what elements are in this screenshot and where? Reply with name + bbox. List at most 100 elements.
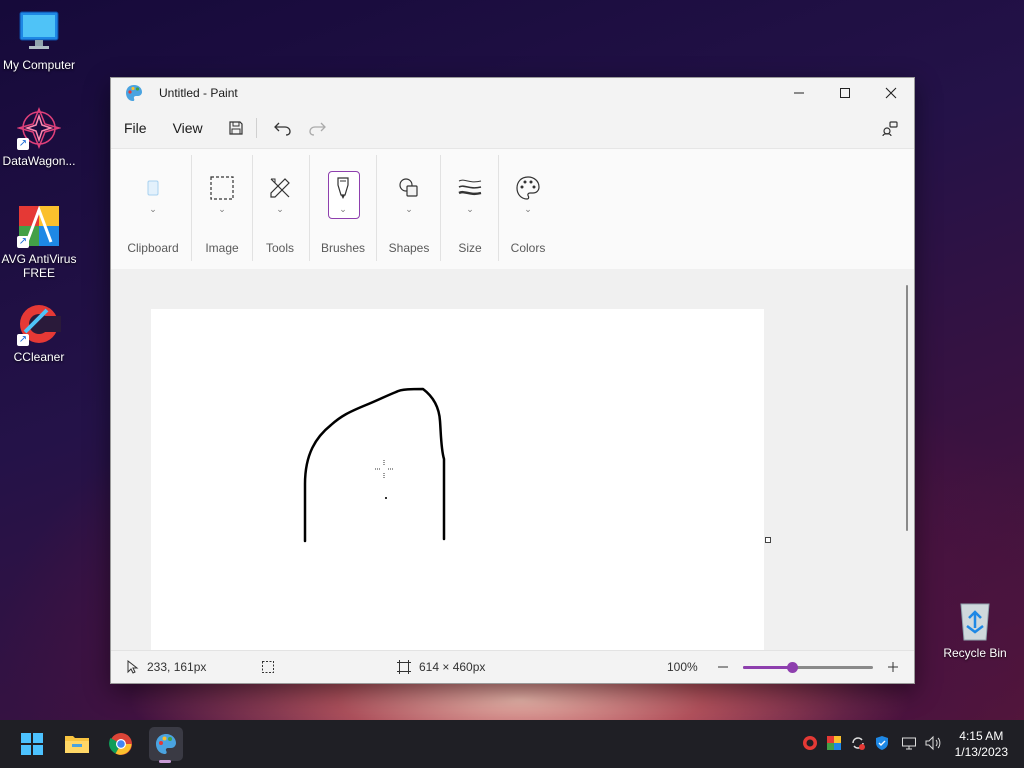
pencil-eraser-icon [267, 175, 293, 201]
menu-view[interactable]: View [160, 116, 216, 140]
canvas-size: 614 × 460px [397, 651, 485, 683]
cursor-position: 233, 161px [127, 651, 206, 683]
ribbon-group-label: Brushes [320, 241, 366, 255]
canvas-size-value: 614 × 460px [419, 660, 486, 674]
ribbon-separator [309, 155, 310, 261]
redo-icon [309, 122, 326, 136]
recycle-bin-icon [953, 598, 997, 642]
ccleaner-logo-icon: ↗ [17, 302, 61, 346]
selection-size-icon [262, 661, 274, 673]
canvas-resize-handle[interactable] [765, 537, 771, 543]
clipboard-icon [140, 175, 166, 201]
menu-separator [255, 118, 257, 138]
ribbon-group-image[interactable]: ⌄ Image [193, 149, 251, 269]
zoom-in-button[interactable] [887, 651, 899, 683]
selection-icon [209, 175, 235, 201]
ribbon-group-label: Tools [265, 241, 294, 255]
volume-icon[interactable] [924, 734, 942, 752]
close-button[interactable] [868, 78, 914, 108]
desktop-icon-label: CCleaner [13, 350, 65, 364]
stray-dot [385, 497, 387, 499]
menu-bar: File View [111, 108, 914, 148]
taskbar-file-explorer[interactable] [61, 728, 93, 760]
tray-ccleaner-icon[interactable] [801, 734, 819, 752]
settings-button[interactable] [876, 114, 904, 142]
ribbon-group-size[interactable]: ⌄ Size [441, 149, 499, 269]
desktop-icon-datawagon[interactable]: ↗ DataWagon... [0, 106, 78, 168]
zoom-out-button[interactable] [717, 651, 729, 683]
canvas-size-icon [397, 660, 411, 674]
chevron-down-icon: ⌄ [218, 204, 226, 214]
chrome-icon [109, 733, 132, 755]
status-bar: 233, 161px 614 × 460px 100% [111, 650, 914, 683]
window-title: Untitled - Paint [159, 86, 238, 100]
tray-sync-icon[interactable] [849, 734, 867, 752]
redo-button[interactable] [303, 114, 331, 142]
drawn-stroke [303, 387, 446, 543]
save-icon [229, 121, 243, 135]
minimize-button[interactable] [776, 78, 822, 108]
datawagon-logo-icon: ↗ [16, 106, 62, 150]
monitor-icon [17, 10, 61, 54]
desktop-icon-label: My Computer [2, 58, 76, 72]
save-button[interactable] [222, 114, 250, 142]
ribbon-group-clipboard[interactable]: ⌄ Clipboard [117, 149, 189, 269]
start-button[interactable] [16, 728, 48, 760]
brush-icon [330, 175, 356, 201]
paint-app-icon [125, 84, 143, 102]
zoom-level: 100% [667, 660, 698, 674]
canvas-area [111, 269, 914, 650]
taskbar-paint[interactable] [149, 727, 183, 763]
desktop-icon-label: AVG AntiVirus FREE [1, 252, 77, 280]
undo-icon [273, 122, 291, 136]
drawing-canvas[interactable] [151, 309, 764, 650]
chevron-down-icon: ⌄ [149, 204, 157, 214]
ribbon-group-brushes[interactable]: ⌄ Brushes [311, 149, 375, 269]
chevron-down-icon: ⌄ [405, 204, 413, 214]
minus-icon [718, 666, 728, 668]
shortcut-arrow-icon: ↗ [17, 236, 29, 248]
crosshair-cursor-icon [375, 460, 393, 478]
vertical-scrollbar[interactable] [906, 285, 908, 531]
ribbon-group-colors[interactable]: ⌄ Colors [499, 149, 557, 269]
title-bar[interactable]: Untitled - Paint [111, 78, 914, 108]
tray-avg-icon[interactable] [825, 734, 843, 752]
zoom-slider-thumb[interactable] [787, 662, 799, 673]
desktop-icon-label: Recycle Bin [943, 646, 1007, 660]
pointer-icon [127, 660, 139, 674]
taskbar-chrome[interactable] [105, 728, 137, 760]
desktop-icon-avg[interactable]: ↗ AVG AntiVirus FREE [0, 204, 78, 280]
system-clock[interactable]: 4:15 AM 1/13/2023 [955, 728, 1008, 760]
account-settings-icon [882, 121, 898, 137]
chevron-down-icon: ⌄ [524, 204, 532, 214]
tray-security-icon[interactable] [873, 734, 891, 752]
ribbon-group-tools[interactable]: ⌄ Tools [253, 149, 307, 269]
windows-logo-icon [21, 733, 43, 755]
desktop-icon-ccleaner[interactable]: ↗ CCleaner [0, 302, 78, 364]
ribbon-group-label: Shapes [388, 241, 430, 255]
network-icon[interactable] [900, 734, 918, 752]
ribbon-group-label: Size [458, 241, 482, 255]
shortcut-arrow-icon: ↗ [17, 334, 29, 346]
maximize-button[interactable] [822, 78, 868, 108]
chevron-down-icon: ⌄ [339, 204, 347, 214]
zoom-slider[interactable] [743, 662, 873, 673]
desktop-icon-recycle-bin[interactable]: Recycle Bin [936, 598, 1014, 660]
ribbon-group-shapes[interactable]: ⌄ Shapes [377, 149, 441, 269]
shapes-icon [396, 175, 422, 201]
chevron-down-icon: ⌄ [466, 204, 474, 214]
chevron-down-icon: ⌄ [276, 204, 284, 214]
paint-window: Untitled - Paint File View ⌄ Clipboard ⌄… [110, 77, 915, 684]
paint-icon [156, 734, 176, 754]
ribbon-toolbar: ⌄ Clipboard ⌄ Image ⌄ Tools ⌄ Brushes ⌄ … [111, 148, 914, 270]
selection-size [261, 651, 275, 683]
desktop-icon-label: DataWagon... [2, 154, 76, 168]
ribbon-group-label: Colors [510, 241, 546, 255]
avg-logo-icon: ↗ [17, 204, 61, 248]
undo-button[interactable] [269, 114, 297, 142]
plus-icon [888, 662, 898, 672]
desktop-icon-my-computer[interactable]: My Computer [0, 10, 78, 72]
active-app-indicator [159, 760, 171, 763]
menu-file[interactable]: File [111, 116, 160, 140]
clock-date: 1/13/2023 [954, 745, 1008, 759]
